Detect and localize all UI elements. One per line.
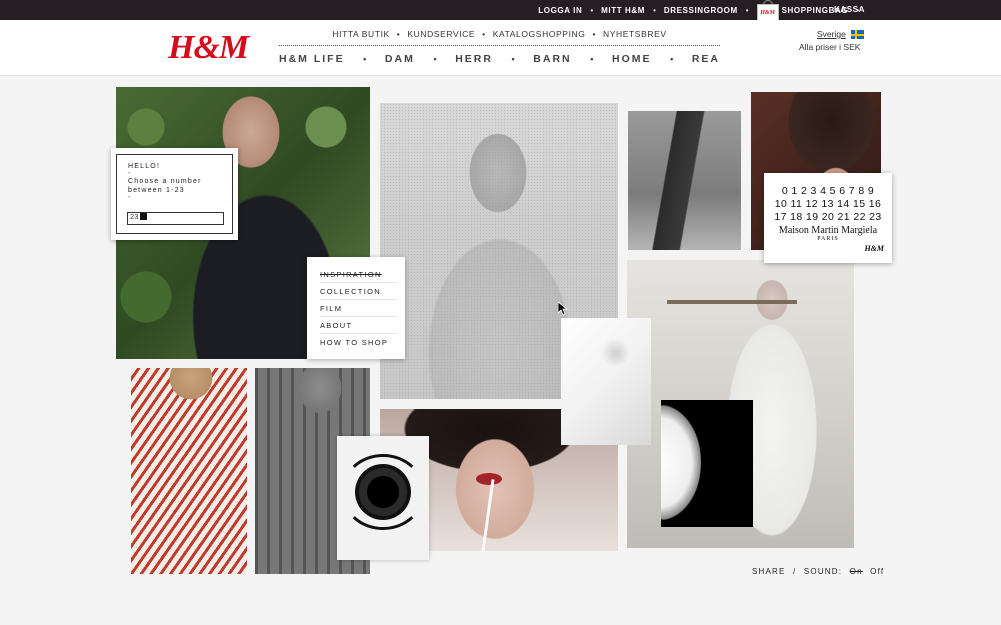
share-link[interactable]: SHARE [752,567,786,576]
top-bar: LOGGA IN • MITT H&M • DRESSINGROOM • H&M… [0,0,1001,26]
newsletter-link[interactable]: NYHETSBREV [603,29,667,39]
customer-service-link[interactable]: KUNDSERVICE [407,29,475,39]
account-links: LOGGA IN • MITT H&M • DRESSINGROOM • H&M… [538,0,867,26]
separator-dot: • [745,5,749,15]
separator-dot: • [590,5,594,15]
label-numbers-row2: 10 11 12 13 14 15 16 [774,198,882,210]
sound-off-toggle[interactable]: Off [870,567,884,576]
hello-prompt-line1: Choose a number [128,178,202,185]
nav-herr[interactable]: HERR [455,53,493,65]
label-numbers-row3: 17 18 19 20 21 22 23 [774,211,882,223]
collection-menu: INSPIRATION COLLECTION FILM ABOUT HOW TO… [307,257,405,359]
main-nav: H&M LIFE • DAM • HERR • BARN • HOME • RE… [279,53,720,65]
service-nav: HITTA BUTIK • KUNDSERVICE • KATALOGSHOPP… [279,29,720,39]
text-cursor [140,213,148,220]
label-numbers-row1: 0 1 2 3 4 5 6 7 8 9 [781,185,875,197]
photo-abstract-white[interactable] [561,318,651,445]
footer-slash: / [793,567,797,576]
bag-logo: H&M [760,10,775,16]
separator-dot: • [482,29,486,39]
login-link[interactable]: LOGGA IN [538,6,582,15]
hello-popup-frame: HELLO! - Choose a number between 1-23 - … [116,154,233,234]
menu-about[interactable]: ABOUT [320,317,397,334]
photo-eye-closeup[interactable] [337,436,429,560]
hm-mini-logo: H&M [864,244,884,253]
margiela-label-card[interactable]: 0 1 2 3 4 5 6 7 8 9 10 11 12 13 14 15 16… [764,173,892,263]
separator-dot: • [592,29,597,39]
sound-label: SOUND: [803,567,843,576]
menu-how-to-shop[interactable]: HOW TO SHOP [320,334,397,351]
number-input-value: 23 [130,214,139,222]
hello-title: HELLO! [128,163,161,170]
eye-icon [355,464,411,520]
catalog-shopping-link[interactable]: KATALOGSHOPPING [493,29,586,39]
hello-prompt-line2: between 1-23 [128,187,185,194]
photo-legs[interactable] [628,111,741,250]
photo-abstract-black[interactable] [661,400,753,527]
separator-dot: • [670,54,674,64]
nav-hm-life[interactable]: H&M LIFE [279,53,345,65]
menu-collection[interactable]: COLLECTION [320,283,397,300]
separator-dot: • [653,5,656,15]
nav-dam[interactable]: DAM [385,53,415,65]
dressingroom-link[interactable]: DRESSINGROOM [664,6,738,15]
hello-popup: HELLO! - Choose a number between 1-23 - … [111,148,238,240]
sweden-flag-icon[interactable] [851,30,864,39]
menu-inspiration[interactable]: INSPIRATION [320,266,397,283]
menu-film[interactable]: FILM [320,300,397,317]
currency-note: Alla priser i SEK [799,42,861,52]
hm-logo[interactable]: H&M [168,28,249,68]
sound-on-toggle[interactable]: On [850,567,863,576]
find-store-link[interactable]: HITTA BUTIK [332,29,389,39]
margiela-brand: Maison Martin Margiela [778,225,878,236]
nav-rea[interactable]: REA [692,53,720,65]
checkout-link[interactable]: KASSA [834,0,865,20]
separator-dot: • [363,54,367,64]
site-header: H&M HITTA BUTIK • KUNDSERVICE • KATALOGS… [0,20,1001,76]
separator-dot: • [590,54,594,64]
footer-controls: SHARE / SOUND: On Off [752,567,888,576]
nav-barn[interactable]: BARN [533,53,571,65]
nav-divider [279,45,720,46]
country-selector[interactable]: Sverige [817,29,846,39]
separator-dot: • [433,54,437,64]
separator-dot: • [396,29,401,39]
separator-dot: • [511,54,515,64]
margiela-city: PARIS [817,236,839,242]
nav-home[interactable]: HOME [612,53,652,65]
my-hm-link[interactable]: MITT H&M [601,6,645,15]
photo-striped-top[interactable] [131,368,247,574]
number-input[interactable]: 23 [127,212,224,225]
